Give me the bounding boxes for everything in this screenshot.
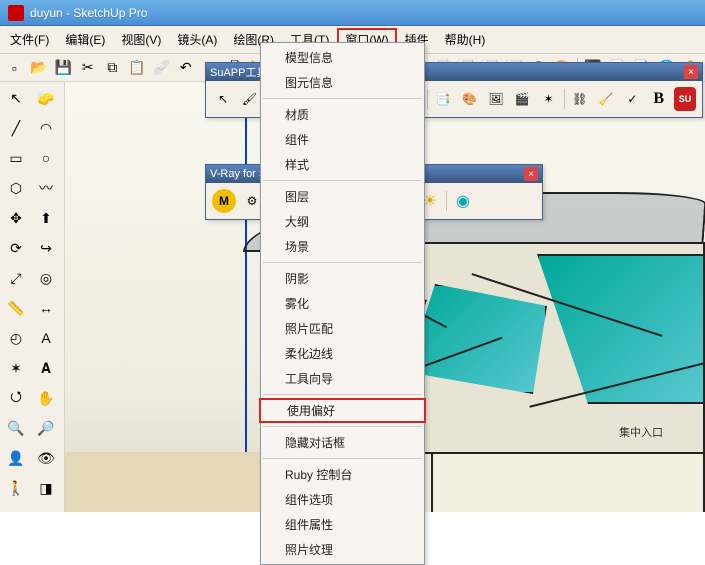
axes-tool[interactable]: ✶ (2, 354, 30, 382)
undo-button[interactable]: ↶ (175, 56, 198, 79)
menu-separator (263, 458, 422, 459)
text-tool[interactable]: A (32, 324, 60, 352)
follow-tool[interactable]: ↪ (32, 234, 60, 262)
zoom2-tool[interactable]: 🔍 (2, 414, 30, 442)
window-title: duyun - SketchUp Pro (30, 6, 697, 20)
section2-tool[interactable]: ◨ (32, 474, 60, 502)
menu-item-样式[interactable]: 样式 (261, 152, 424, 177)
offset-tool[interactable]: ◎ (32, 264, 60, 292)
suapp-brush-icon[interactable]: 🖌 (238, 87, 260, 111)
close-icon[interactable]: × (684, 65, 698, 79)
left-toolbox: ↖🧽╱◠▭○⬡〰✥⬆⟳↪⤢◎📏↔◴A✶𝐀⭯✋🔍🔎👤👁🚶◨ (0, 82, 65, 512)
position-tool[interactable]: 👤 (2, 444, 30, 472)
protractor-tool[interactable]: ◴ (2, 324, 30, 352)
dim-tool[interactable]: ↔ (32, 294, 60, 322)
open-button[interactable]: 📂 (28, 56, 51, 79)
suapp-title: SuAPP工具 (210, 64, 267, 80)
move-tool[interactable]: ✥ (2, 204, 30, 232)
menu-文件[interactable]: 文件(F) (2, 28, 57, 51)
eraser-tool[interactable]: 🧽 (32, 84, 60, 112)
toolbar-separator (564, 89, 565, 109)
menu-item-模型信息[interactable]: 模型信息 (261, 45, 424, 70)
menu-separator (263, 98, 422, 99)
suapp-scene-icon[interactable]: 🖼 (485, 87, 507, 111)
suapp-select-icon[interactable]: ↖ (212, 87, 234, 111)
freehand-tool[interactable]: 〰 (32, 174, 60, 202)
menu-item-隐藏对话框[interactable]: 隐藏对话框 (261, 430, 424, 455)
suapp-check-icon[interactable]: ✓ (621, 87, 643, 111)
menu-item-照片纹理[interactable]: 照片纹理 (261, 537, 424, 562)
tape-tool[interactable]: 📏 (2, 294, 30, 322)
menu-item-使用偏好[interactable]: 使用偏好 (259, 398, 426, 423)
cut-button[interactable]: ✂ (77, 56, 100, 79)
app-icon (8, 5, 24, 21)
menu-item-组件[interactable]: 组件 (261, 127, 424, 152)
menu-item-照片匹配[interactable]: 照片匹配 (261, 316, 424, 341)
polygon-tool[interactable]: ⬡ (2, 174, 30, 202)
circle-tool[interactable]: ○ (32, 144, 60, 172)
entrance-label: 集中入口 (619, 424, 663, 440)
menu-帮助[interactable]: 帮助(H) (437, 28, 494, 51)
rotate-tool[interactable]: ⟳ (2, 234, 30, 262)
menu-separator (263, 426, 422, 427)
arc-tool[interactable]: ◠ (32, 114, 60, 142)
menu-item-场景[interactable]: 场景 (261, 234, 424, 259)
new-button[interactable]: ▫ (3, 56, 26, 79)
save-button[interactable]: 💾 (52, 56, 75, 79)
menu-item-图层[interactable]: 图层 (261, 184, 424, 209)
suapp-material-icon[interactable]: 🎨 (459, 87, 481, 111)
suapp-layer-icon[interactable]: 📑 (432, 87, 454, 111)
suapp-clean-icon[interactable]: 🧹 (595, 87, 617, 111)
menu-item-雾化[interactable]: 雾化 (261, 291, 424, 316)
toolbar-separator (427, 89, 428, 109)
menu-视图[interactable]: 视图(V) (113, 28, 169, 51)
window-menu-dropdown: 模型信息图元信息材质组件样式图层大纲场景阴影雾化照片匹配柔化边线工具向导使用偏好… (260, 42, 425, 565)
menu-item-组件属性[interactable]: 组件属性 (261, 512, 424, 537)
3dtext-tool[interactable]: 𝐀 (32, 354, 60, 382)
suapp-logo-icon[interactable]: SU (674, 87, 696, 111)
scale-tool[interactable]: ⤢ (2, 264, 30, 292)
select-tool[interactable]: ↖ (2, 84, 30, 112)
suapp-animate-icon[interactable]: 🎬 (511, 87, 533, 111)
zoom-ext2-tool[interactable]: 🔎 (32, 414, 60, 442)
copy-button[interactable]: ⧉ (101, 56, 124, 79)
vray-material-ed-icon[interactable]: M (212, 189, 236, 213)
vray-swirl-icon[interactable]: ◉ (451, 189, 475, 213)
walk-tool[interactable]: 🚶 (2, 474, 30, 502)
look-tool[interactable]: 👁 (32, 444, 60, 472)
suapp-bold-icon[interactable]: B (648, 87, 670, 111)
menu-separator (263, 394, 422, 395)
menu-镜头[interactable]: 镜头(A) (169, 28, 225, 51)
menu-item-材质[interactable]: 材质 (261, 102, 424, 127)
pan-tool[interactable]: ✋ (32, 384, 60, 412)
menu-item-大纲[interactable]: 大纲 (261, 209, 424, 234)
suapp-weld-icon[interactable]: ⛓ (569, 87, 591, 111)
suapp-coord-icon[interactable]: ✶ (537, 87, 559, 111)
window-titlebar: duyun - SketchUp Pro (0, 0, 705, 26)
paste-button[interactable]: 📋 (126, 56, 149, 79)
menu-item-工具向导[interactable]: 工具向导 (261, 366, 424, 391)
menu-separator (263, 262, 422, 263)
orbit-tool[interactable]: ⭯ (2, 384, 30, 412)
menu-separator (263, 180, 422, 181)
close-icon[interactable]: × (524, 167, 538, 181)
menu-item-Ruby 控制台[interactable]: Ruby 控制台 (261, 462, 424, 487)
rect-tool[interactable]: ▭ (2, 144, 30, 172)
line-tool[interactable]: ╱ (2, 114, 30, 142)
push-tool[interactable]: ⬆ (32, 204, 60, 232)
menu-编辑[interactable]: 编辑(E) (57, 28, 113, 51)
menu-item-柔化边线[interactable]: 柔化边线 (261, 341, 424, 366)
erase-button[interactable]: 🩹 (150, 56, 173, 79)
menu-item-阴影[interactable]: 阴影 (261, 266, 424, 291)
toolbar-separator (446, 191, 447, 211)
menu-item-图元信息[interactable]: 图元信息 (261, 70, 424, 95)
